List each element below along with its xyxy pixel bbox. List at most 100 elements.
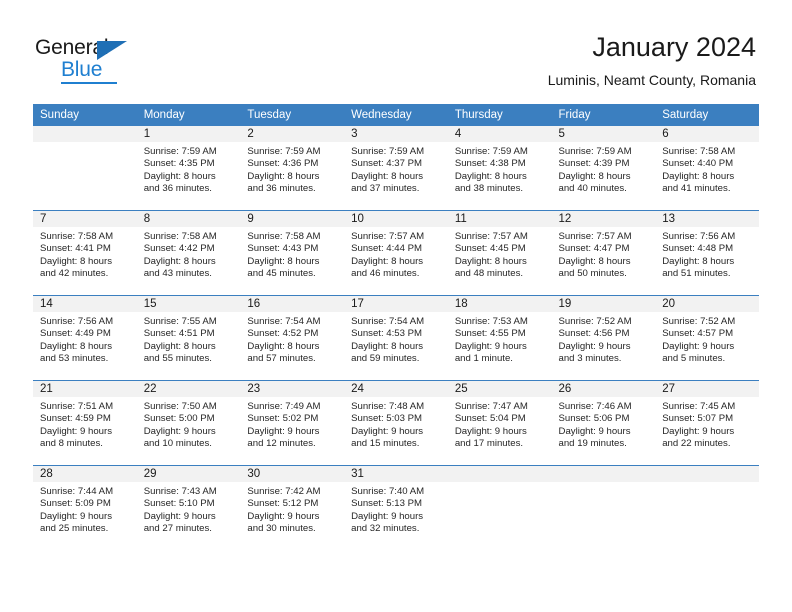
day-cell-inner: 21 Sunrise: 7:51 AM Sunset: 4:59 PM Dayligh… [33,381,137,465]
day-details: Sunrise: 7:52 AM Sunset: 4:56 PM Daylight:… [552,312,656,366]
day-daylight-line2-text: and 41 minutes. [662,183,731,195]
day-number: 26 [551,381,656,397]
day-daylight-line1-text: Daylight: 9 hours [40,425,112,437]
day-details: Sunrise: 7:57 AM Sunset: 4:47 PM Daylight:… [552,227,656,281]
day-sunrise-text: Sunrise: 7:49 AM [247,401,321,412]
day-daylight-line1-text: Daylight: 9 hours [662,340,735,352]
calendar-day-cell[interactable]: 30 Sunrise: 7:42 AM Sunset: 5:12 PM Dayligh… [240,465,345,550]
day-daylight-line1-text: Daylight: 9 hours [662,425,735,437]
calendar-day-cell[interactable]: 7 Sunrise: 7:58 AM Sunset: 4:41 PM Daylight… [33,210,137,296]
calendar-day-cell[interactable]: 19 Sunrise: 7:52 AM Sunset: 4:56 PM Dayligh… [551,295,656,381]
day-sunrise-text: Sunrise: 7:44 AM [40,486,114,497]
day-daylight-line1-text: Daylight: 9 hours [351,425,424,437]
calendar-day-cell[interactable]: 25 Sunrise: 7:47 AM Sunset: 5:04 PM Dayligh… [447,380,552,466]
day-sunrise-text: Sunrise: 7:57 AM [351,231,425,242]
calendar-day-cell[interactable]: 2 Sunrise: 7:59 AM Sunset: 4:36 PM Daylight… [240,126,345,211]
day-cell-inner: 18 Sunrise: 7:53 AM Sunset: 4:55 PM Dayligh… [447,296,552,380]
calendar-day-cell[interactable]: 9 Sunrise: 7:58 AM Sunset: 4:43 PM Daylight… [240,210,345,296]
day-sunset-text: Sunset: 4:57 PM [662,328,734,340]
calendar-day-cell[interactable]: 28 Sunrise: 7:44 AM Sunset: 5:09 PM Dayligh… [33,465,137,550]
day-sunset-text: Sunset: 5:10 PM [143,498,215,510]
day-number: 24 [344,381,448,397]
calendar-day-cell[interactable]: 18 Sunrise: 7:53 AM Sunset: 4:55 PM Dayligh… [447,295,552,381]
calendar-day-cell[interactable]: 24 Sunrise: 7:48 AM Sunset: 5:03 PM Dayligh… [344,380,448,466]
day-number: 28 [33,466,137,482]
day-cell-inner [447,466,552,550]
day-daylight-line2-text: and 46 minutes. [351,268,420,280]
day-sunset-text: Sunset: 4:53 PM [351,328,423,340]
day-sunrise-text: Sunrise: 7:59 AM [454,146,528,157]
calendar-day-cell[interactable]: 11 Sunrise: 7:57 AM Sunset: 4:45 PM Dayligh… [447,210,552,296]
day-sunrise-text: Sunrise: 7:59 AM [247,146,321,157]
day-sunset-text: Sunset: 5:06 PM [558,413,630,425]
calendar-day-cell[interactable]: 16 Sunrise: 7:54 AM Sunset: 4:52 PM Dayligh… [240,295,345,381]
day-daylight-line2-text: and 37 minutes. [351,183,420,195]
day-sunrise-text: Sunrise: 7:59 AM [558,146,632,157]
day-sunrise-text: Sunrise: 7:57 AM [558,231,632,242]
calendar-day-cell[interactable]: 8 Sunrise: 7:58 AM Sunset: 4:42 PM Daylight… [136,210,241,296]
day-details: Sunrise: 7:44 AM Sunset: 5:09 PM Daylight:… [33,482,137,536]
calendar-day-cell[interactable]: 4 Sunrise: 7:59 AM Sunset: 4:38 PM Daylight… [447,126,552,211]
day-cell-inner: 5 Sunrise: 7:59 AM Sunset: 4:39 PM Daylight… [551,126,656,210]
calendar-day-cell[interactable]: 5 Sunrise: 7:59 AM Sunset: 4:39 PM Daylight… [551,126,656,211]
day-number: 1 [136,126,241,142]
day-daylight-line1-text: Daylight: 9 hours [247,510,320,522]
calendar-day-cell[interactable]: 6 Sunrise: 7:58 AM Sunset: 4:40 PM Daylight… [655,126,759,211]
day-daylight-line1-text: Daylight: 9 hours [454,340,527,352]
calendar-header-row: Sunday Monday Tuesday Wednesday Thursday… [33,104,759,126]
day-details: Sunrise: 7:59 AM Sunset: 4:37 PM Daylight:… [344,142,448,196]
day-daylight-line2-text: and 32 minutes. [351,523,420,535]
weekday-header-monday: Monday [136,104,241,126]
day-sunset-text: Sunset: 4:36 PM [247,158,319,170]
day-daylight-line2-text: and 43 minutes. [143,268,212,280]
day-daylight-line2-text: and 40 minutes. [558,183,627,195]
day-cell-inner: 19 Sunrise: 7:52 AM Sunset: 4:56 PM Dayligh… [551,296,656,380]
calendar-day-cell[interactable]: 21 Sunrise: 7:51 AM Sunset: 4:59 PM Dayligh… [33,380,137,466]
day-cell-inner: 22 Sunrise: 7:50 AM Sunset: 5:00 PM Dayligh… [136,381,241,465]
day-number: 21 [33,381,137,397]
day-daylight-line1-text: Daylight: 8 hours [40,255,112,267]
day-daylight-line2-text: and 55 minutes. [143,353,212,365]
calendar-day-cell[interactable]: 29 Sunrise: 7:43 AM Sunset: 5:10 PM Dayligh… [136,465,241,550]
calendar-day-cell[interactable]: 1 Sunrise: 7:59 AM Sunset: 4:35 PM Daylight… [136,126,241,211]
day-sunset-text: Sunset: 4:45 PM [454,243,526,255]
calendar-day-cell[interactable]: 20 Sunrise: 7:52 AM Sunset: 4:57 PM Dayligh… [655,295,759,381]
day-sunset-text: Sunset: 4:49 PM [40,328,111,340]
day-number [655,466,759,482]
calendar-day-cell[interactable]: 15 Sunrise: 7:55 AM Sunset: 4:51 PM Dayligh… [136,295,241,381]
day-sunset-text: Sunset: 4:48 PM [662,243,734,255]
day-number: 6 [655,126,759,142]
calendar-day-cell[interactable]: 3 Sunrise: 7:59 AM Sunset: 4:37 PM Daylight… [344,126,448,211]
calendar-day-cell[interactable]: 26 Sunrise: 7:46 AM Sunset: 5:06 PM Dayligh… [551,380,656,466]
day-cell-inner: 4 Sunrise: 7:59 AM Sunset: 4:38 PM Daylight… [447,126,552,210]
day-daylight-line1-text: Daylight: 8 hours [662,170,735,182]
day-sunrise-text: Sunrise: 7:56 AM [40,316,114,327]
calendar-day-cell[interactable]: 14 Sunrise: 7:56 AM Sunset: 4:49 PM Dayligh… [33,295,137,381]
calendar-day-cell-empty [447,465,552,550]
day-details: Sunrise: 7:52 AM Sunset: 4:57 PM Daylight:… [655,312,759,366]
calendar-day-cell[interactable]: 23 Sunrise: 7:49 AM Sunset: 5:02 PM Dayligh… [240,380,345,466]
day-details: Sunrise: 7:45 AM Sunset: 5:07 PM Daylight:… [655,397,759,451]
calendar-day-cell[interactable]: 31 Sunrise: 7:40 AM Sunset: 5:13 PM Dayligh… [344,465,448,550]
calendar-grid: Sunday Monday Tuesday Wednesday Thursday… [33,104,759,550]
logo-underline [61,82,117,84]
calendar-day-cell[interactable]: 17 Sunrise: 7:54 AM Sunset: 4:53 PM Dayligh… [344,295,448,381]
calendar-day-cell[interactable]: 13 Sunrise: 7:56 AM Sunset: 4:48 PM Dayligh… [655,210,759,296]
day-cell-inner: 3 Sunrise: 7:59 AM Sunset: 4:37 PM Daylight… [344,126,448,210]
day-daylight-line2-text: and 36 minutes. [143,183,212,195]
logo-text-blue: Blue [61,58,103,81]
day-daylight-line1-text: Daylight: 8 hours [247,170,320,182]
day-cell-inner: 17 Sunrise: 7:54 AM Sunset: 4:53 PM Dayligh… [344,296,448,380]
day-daylight-line2-text: and 38 minutes. [454,183,524,195]
day-daylight-line1-text: Daylight: 8 hours [40,340,112,352]
calendar-day-cell[interactable]: 22 Sunrise: 7:50 AM Sunset: 5:00 PM Dayligh… [136,380,241,466]
day-daylight-line2-text: and 12 minutes. [247,438,316,450]
calendar-day-cell[interactable]: 12 Sunrise: 7:57 AM Sunset: 4:47 PM Dayligh… [551,210,656,296]
day-cell-inner: 12 Sunrise: 7:57 AM Sunset: 4:47 PM Dayligh… [551,211,656,295]
calendar-day-cell[interactable]: 27 Sunrise: 7:45 AM Sunset: 5:07 PM Dayligh… [655,380,759,466]
day-cell-inner: 9 Sunrise: 7:58 AM Sunset: 4:43 PM Daylight… [240,211,345,295]
day-number: 31 [344,466,448,482]
calendar-day-cell[interactable]: 10 Sunrise: 7:57 AM Sunset: 4:44 PM Dayligh… [344,210,448,296]
day-daylight-line2-text: and 51 minutes. [662,268,731,280]
day-sunset-text: Sunset: 4:41 PM [40,243,111,255]
